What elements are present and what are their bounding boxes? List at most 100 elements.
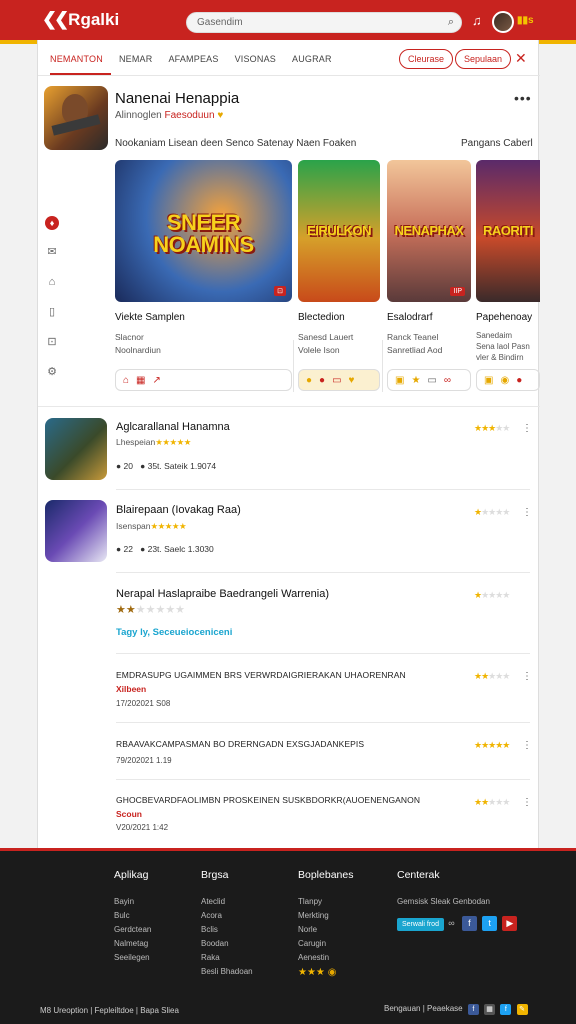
list-item-stars: ★★★★★★★ — [116, 604, 186, 616]
footer-link[interactable]: Tlanpy — [298, 897, 353, 906]
game-card[interactable]: EIRULKON Blectedion Sanesd Lauert Volele… — [298, 160, 380, 391]
footer-link[interactable]: Acora — [201, 911, 253, 920]
more-icon[interactable]: ••• — [514, 90, 532, 106]
hero-game-icon[interactable] — [44, 86, 108, 150]
share-icon[interactable]: ∞ — [448, 918, 454, 928]
list-item-date: 17/202021 S08 — [116, 699, 171, 708]
time-icon: ● — [140, 544, 146, 554]
hero-subtitle-prefix: Alinnoglen — [115, 110, 162, 121]
game-actions: ▣ ◉ ● — [476, 369, 540, 391]
list-item-title[interactable]: Aglcarallanal Hanamna — [116, 421, 230, 433]
game-card[interactable]: SNEER NOAMINS ⊡ Viekte Samplen Slacnor No… — [115, 160, 292, 391]
list-item-title[interactable]: RBAAVAKCAMPASMAN BO DRERNGADN EXSGJADANK… — [116, 739, 364, 749]
list-item-title[interactable]: EMDRASUPG UGAIMMEN BRS VERWRDAIGRIERAKAN… — [116, 670, 406, 680]
game-actions: ▣ ★ ▭ ∞ — [387, 369, 471, 391]
tab-nemar[interactable]: NEMAR — [119, 52, 161, 75]
bag-icon[interactable]: ▣ — [395, 375, 404, 386]
coins-badge[interactable]: ▮▮s — [517, 15, 534, 26]
record-icon[interactable]: ● — [516, 375, 522, 386]
mail-icon[interactable]: ✉ — [45, 245, 59, 258]
apps-icon[interactable]: ▦ — [484, 1004, 496, 1015]
list-item-title[interactable]: Nerapal Haslapraibe Baedrangeli Warrenia… — [116, 588, 329, 600]
logo-icon: ❮❮ — [42, 9, 69, 29]
footer-link[interactable]: Nalmetag — [114, 939, 151, 948]
list-item-sub-text: Isenspan — [116, 521, 151, 531]
hero-description: Nookaniam Lisean deen Senco Satenay Naen… — [115, 138, 357, 149]
heart-icon: ♥ — [217, 110, 224, 121]
screen-icon[interactable]: ⊡ — [45, 335, 59, 348]
footer-link[interactable]: Aenestin — [298, 953, 353, 962]
rating-stars: ★★★★★ — [474, 797, 510, 807]
game-name: Papehenoay — [476, 312, 533, 323]
game-name: Esalodrarf — [387, 312, 433, 323]
subscribe-button[interactable]: Serwali frod — [397, 918, 444, 931]
list-item-icon[interactable] — [45, 418, 107, 480]
heart-icon[interactable]: ♥ — [349, 375, 355, 386]
more-icon[interactable]: ⋮ — [522, 740, 532, 751]
facebook-icon[interactable]: f — [467, 1004, 479, 1015]
gear-icon[interactable]: ⚙ — [45, 365, 59, 378]
screen-icon[interactable]: ▭ — [427, 375, 436, 386]
tab-visonas[interactable]: VISONAS — [235, 52, 284, 75]
list-item-link[interactable]: Tagy ly, Seceueioceniceni — [116, 627, 232, 638]
coin-icon[interactable]: ● — [306, 375, 312, 386]
avatar[interactable] — [492, 11, 514, 33]
footer-bottom-links[interactable]: M8 Ureoption | Fepleiltdoe | Bapa Sliea — [40, 1006, 179, 1015]
record-icon[interactable]: ● — [319, 375, 325, 386]
list-item-title[interactable]: Blairepaan (Iovakag Raa) — [116, 504, 241, 516]
more-icon[interactable]: ⋮ — [522, 671, 532, 682]
star-icon[interactable]: ★ — [411, 375, 420, 386]
tab-afampeas[interactable]: AFAMPEAS — [168, 52, 226, 75]
footer-heading: Brgsa — [201, 869, 229, 881]
stats-text: 35t. Sateik 1.9074 — [147, 461, 217, 471]
more-icon[interactable]: ⋮ — [522, 797, 532, 808]
hero-title: Nanenai Henappia — [115, 90, 240, 107]
more-icon[interactable]: ⋮ — [522, 423, 532, 434]
gift-icon[interactable]: ⌂ — [123, 375, 129, 386]
cleurase-button[interactable]: Cleurase — [399, 49, 454, 69]
calendar-icon[interactable]: ▦ — [136, 375, 145, 386]
notification-icon[interactable]: ♫ — [472, 13, 482, 28]
bag-icon[interactable]: ⌂ — [45, 276, 59, 288]
search-icon[interactable]: ⌕ — [448, 16, 454, 29]
app-logo[interactable]: ❮❮ Rgalki — [42, 9, 119, 30]
list-item-title[interactable]: GHOCBEVARDFAOLIMBN PROSKEINEN SUSKBDORKR… — [116, 795, 420, 805]
footer-link[interactable]: Gerdctean — [114, 925, 151, 934]
footer-link[interactable]: Bclis — [201, 925, 253, 934]
footer-link[interactable]: Ateclid — [201, 897, 253, 906]
tab-nemanton[interactable]: NEMANTON — [50, 52, 111, 75]
game-card-title: EIRULKON — [307, 223, 371, 238]
twitter-icon[interactable]: t — [482, 916, 498, 931]
twitter-icon[interactable]: f — [500, 1004, 512, 1015]
facebook-icon[interactable]: f — [461, 916, 477, 931]
footer-bottom-right-text[interactable]: Bengauan | Peaekase — [384, 1004, 463, 1013]
doc-icon[interactable]: ▯ — [45, 305, 59, 318]
footer-link[interactable]: Boodan — [201, 939, 253, 948]
coin-icon[interactable]: ◉ — [500, 375, 509, 386]
close-icon[interactable]: ✕ — [515, 50, 527, 67]
screen-icon[interactable]: ▭ — [332, 375, 341, 386]
star-icon[interactable]: ✎ — [516, 1004, 528, 1015]
game-card[interactable]: RAORITI Papehenoay Sanedaim Sena laol Pa… — [476, 160, 540, 391]
link-icon[interactable]: ∞ — [444, 375, 451, 386]
game-card[interactable]: NENAPHAX IIP Esalodrarf Ranck Teanel Sanr… — [387, 160, 471, 391]
footer-link[interactable]: Besli Bhadoan — [201, 967, 253, 976]
footer-link[interactable]: Merkting — [298, 911, 353, 920]
comment-icon: ● — [116, 461, 122, 471]
footer-link[interactable]: Raka — [201, 953, 253, 962]
youtube-icon[interactable]: ▶ — [502, 916, 518, 931]
bag-icon[interactable]: ▣ — [484, 375, 493, 386]
tab-augrar[interactable]: AUGRAR — [292, 52, 340, 75]
sepulaan-button[interactable]: Sepulaan — [455, 49, 512, 69]
search-input[interactable]: Gasendim ⌕ — [186, 12, 462, 33]
search-placeholder: Gasendim — [197, 17, 243, 28]
footer-link[interactable]: Norle — [298, 925, 353, 934]
trend-icon[interactable]: ↗ — [153, 375, 161, 386]
more-icon[interactable]: ⋮ — [522, 507, 532, 518]
footer-link[interactable]: Bulc — [114, 911, 151, 920]
list-item-icon[interactable] — [45, 500, 107, 562]
footer-link[interactable]: Carugin — [298, 939, 353, 948]
footer-link[interactable]: Bayin — [114, 897, 151, 906]
footer-link[interactable]: Seeilegen — [114, 953, 151, 962]
fire-icon[interactable]: ♦ — [45, 216, 59, 230]
